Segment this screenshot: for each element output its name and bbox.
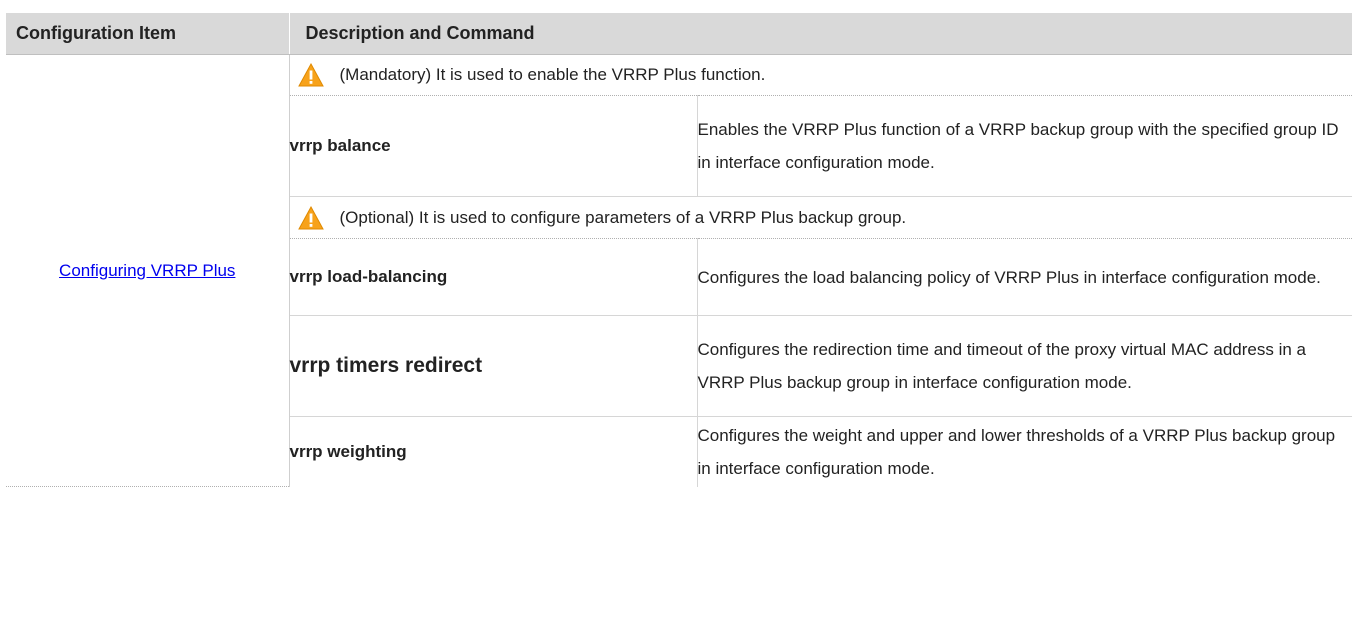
- mandatory-note-cell: (Mandatory) It is used to enable the VRR…: [289, 54, 1352, 96]
- configuring-vrrp-plus-link[interactable]: Configuring VRRP Plus: [59, 261, 235, 280]
- description-vrrp-balance: Enables the VRRP Plus function of a VRRP…: [697, 95, 1352, 197]
- table-header-row: Configuration Item Description and Comma…: [6, 13, 1352, 55]
- command-vrrp-load-balancing: vrrp load-balancing: [289, 238, 698, 316]
- configuration-table: Configuration Item Description and Comma…: [6, 13, 1352, 487]
- header-configuration-item: Configuration Item: [6, 13, 290, 55]
- warning-triangle-icon: [297, 63, 324, 87]
- description-vrrp-load-balancing: Configures the load balancing policy of …: [697, 238, 1352, 316]
- command-vrrp-weighting: vrrp weighting: [289, 416, 698, 487]
- configuration-item-cell: Configuring VRRP Plus: [6, 54, 290, 487]
- document-page: Configuration Item Description and Comma…: [0, 0, 1367, 618]
- command-vrrp-balance: vrrp balance: [289, 95, 698, 197]
- optional-note-text: (Optional) It is used to configure param…: [339, 207, 907, 227]
- mandatory-note-text: (Mandatory) It is used to enable the VRR…: [339, 65, 766, 84]
- description-vrrp-timers-redirect: Configures the redirection time and time…: [697, 315, 1352, 417]
- header-description-and-command: Description and Command: [289, 13, 1352, 55]
- description-vrrp-weighting: Configures the weight and upper and lowe…: [697, 425, 1336, 478]
- table-row: Configuring VRRP Plus (Mandatory) It is …: [6, 54, 1352, 487]
- warning-triangle-icon: [297, 205, 324, 229]
- command-vrrp-timers-redirect: vrrp timers redirect: [289, 315, 698, 417]
- optional-note-cell: (Optional) It is used to configure param…: [289, 196, 1352, 239]
